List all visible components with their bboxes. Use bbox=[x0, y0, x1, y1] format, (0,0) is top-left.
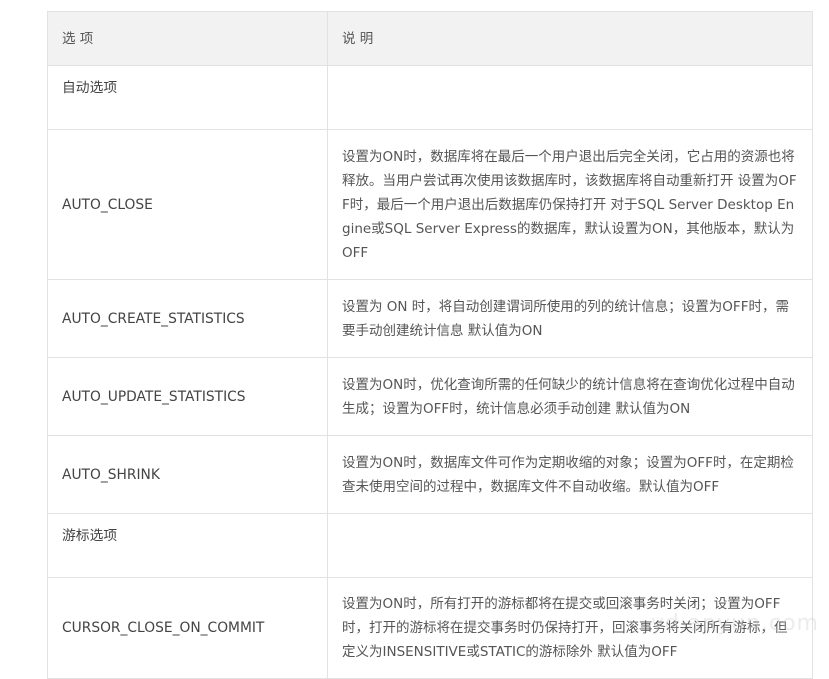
header-row: 选 项 说 明 bbox=[47, 11, 813, 66]
option-description: 设置为ON时，数据库将在最后一个用户退出后完全关闭，它占用的资源也将释放。当用户… bbox=[327, 129, 813, 280]
option-name: AUTO_CLOSE bbox=[47, 129, 328, 280]
header-option: 选 项 bbox=[47, 11, 328, 66]
option-description: 设置为ON时，所有打开的游标都将在提交或回滚事务时关闭；设置为OFF时，打开的游… bbox=[327, 577, 813, 679]
table-row: CURSOR_CLOSE_ON_COMMIT 设置为ON时，所有打开的游标都将在… bbox=[47, 577, 813, 679]
option-description: 设置为ON时，优化查询所需的任何缺少的统计信息将在查询优化过程中自动生成；设置为… bbox=[327, 357, 813, 436]
table-row: AUTO_SHRINK 设置为ON时，数据库文件可作为定期收缩的对象；设置为OF… bbox=[47, 435, 813, 514]
option-name: AUTO_UPDATE_STATISTICS bbox=[47, 357, 328, 436]
table-row-group-cursor: 游标选项 bbox=[47, 513, 813, 578]
option-name: CURSOR_CLOSE_ON_COMMIT bbox=[47, 577, 328, 679]
group-desc bbox=[327, 65, 813, 130]
option-description: 设置为ON时，数据库文件可作为定期收缩的对象；设置为OFF时，在定期检查未使用空… bbox=[327, 435, 813, 514]
table-row: AUTO_UPDATE_STATISTICS 设置为ON时，优化查询所需的任何缺… bbox=[47, 357, 813, 436]
table-header: 选 项 说 明 bbox=[47, 11, 813, 66]
group-label: 自动选项 bbox=[47, 65, 328, 130]
options-table: 选 项 说 明 自动选项 AUTO_CLOSE 设置为ON时，数据库将在最后一个… bbox=[47, 11, 813, 679]
option-name: AUTO_SHRINK bbox=[47, 435, 328, 514]
group-label: 游标选项 bbox=[47, 513, 328, 578]
option-description: 设置为 ON 时，将自动创建谓词所使用的列的统计信息；设置为OFF时，需要手动创… bbox=[327, 279, 813, 358]
table-row: AUTO_CREATE_STATISTICS 设置为 ON 时，将自动创建谓词所… bbox=[47, 279, 813, 358]
table-row-group-auto: 自动选项 bbox=[47, 65, 813, 130]
group-desc bbox=[327, 513, 813, 578]
header-description: 说 明 bbox=[327, 11, 813, 66]
option-name: AUTO_CREATE_STATISTICS bbox=[47, 279, 328, 358]
table-row: AUTO_CLOSE 设置为ON时，数据库将在最后一个用户退出后完全关闭，它占用… bbox=[47, 129, 813, 280]
